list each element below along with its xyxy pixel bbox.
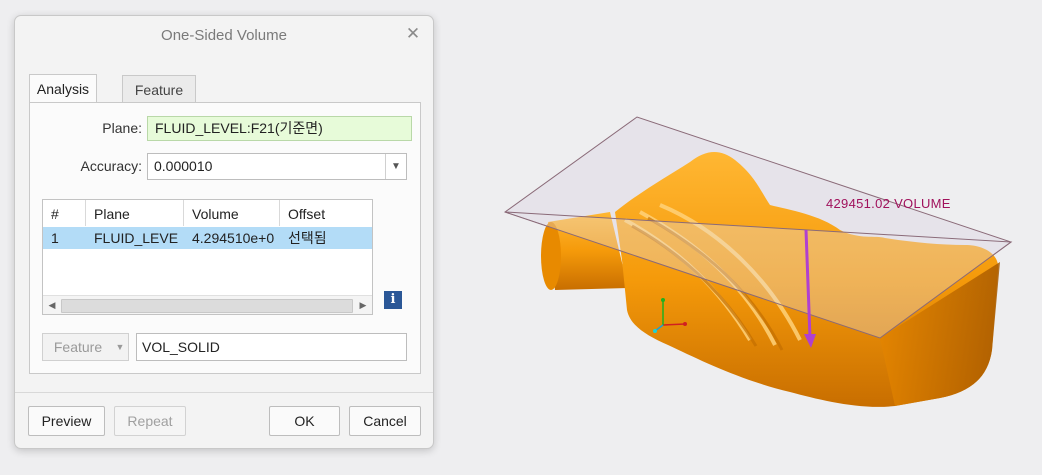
column-header-plane[interactable]: Plane	[86, 200, 184, 226]
row-offset[interactable]: 선택됨	[280, 227, 372, 249]
scroll-right-icon[interactable]: ▶	[356, 298, 370, 312]
scroll-left-icon[interactable]: ◀	[45, 298, 59, 312]
close-icon[interactable]: ✕	[403, 24, 423, 44]
table-row[interactable]: 1 FLUID_LEVEL 4.294510e+0 선택됨	[43, 227, 372, 249]
table-header: # Plane Volume Offset	[43, 200, 372, 226]
row-number: 1	[51, 230, 59, 246]
tab-analysis[interactable]: Analysis	[29, 74, 97, 104]
tab-feature[interactable]: Feature	[122, 75, 196, 103]
row-plane: FLUID_LEVEL	[94, 230, 178, 246]
scrollbar-thumb[interactable]	[61, 299, 353, 313]
row-volume: 4.294510e+0	[192, 230, 275, 246]
chevron-down-icon[interactable]: ▼	[385, 154, 406, 179]
repeat-button[interactable]: Repeat	[114, 406, 186, 436]
plane-field[interactable]: FLUID_LEVEL:F21(기준면)	[147, 116, 412, 141]
analysis-panel: Plane: FLUID_LEVEL:F21(기준면) Accuracy: 0.…	[29, 102, 421, 374]
info-icon[interactable]: i	[384, 291, 402, 309]
accuracy-label: Accuracy:	[80, 158, 142, 174]
column-header-offset[interactable]: Offset	[280, 200, 372, 226]
column-header-volume[interactable]: Volume	[184, 200, 280, 226]
column-header-number[interactable]: #	[43, 200, 86, 226]
feature-name-input[interactable]: VOL_SOLID	[136, 333, 407, 361]
accuracy-value[interactable]: 0.000010	[154, 158, 212, 174]
ok-button[interactable]: OK	[269, 406, 340, 436]
cancel-button[interactable]: Cancel	[349, 406, 421, 436]
horizontal-scrollbar[interactable]: ◀ ▶	[43, 295, 372, 314]
results-table[interactable]: # Plane Volume Offset 1 FLUID_LEVEL 4.29…	[42, 199, 373, 315]
accuracy-combobox[interactable]: 0.000010 ▼	[147, 153, 407, 180]
one-sided-volume-dialog: One-Sided Volume ✕ Analysis Feature Plan…	[14, 15, 434, 449]
feature-button[interactable]: Feature	[42, 333, 114, 361]
preview-button[interactable]: Preview	[28, 406, 105, 436]
volume-annotation: 429451.02 VOLUME	[826, 196, 951, 211]
feature-dropdown-icon[interactable]: ▼	[112, 333, 129, 361]
divider	[15, 392, 433, 393]
plane-label: Plane:	[102, 120, 142, 136]
dialog-titlebar[interactable]: One-Sided Volume ✕	[15, 16, 433, 56]
dialog-title: One-Sided Volume	[161, 27, 287, 44]
